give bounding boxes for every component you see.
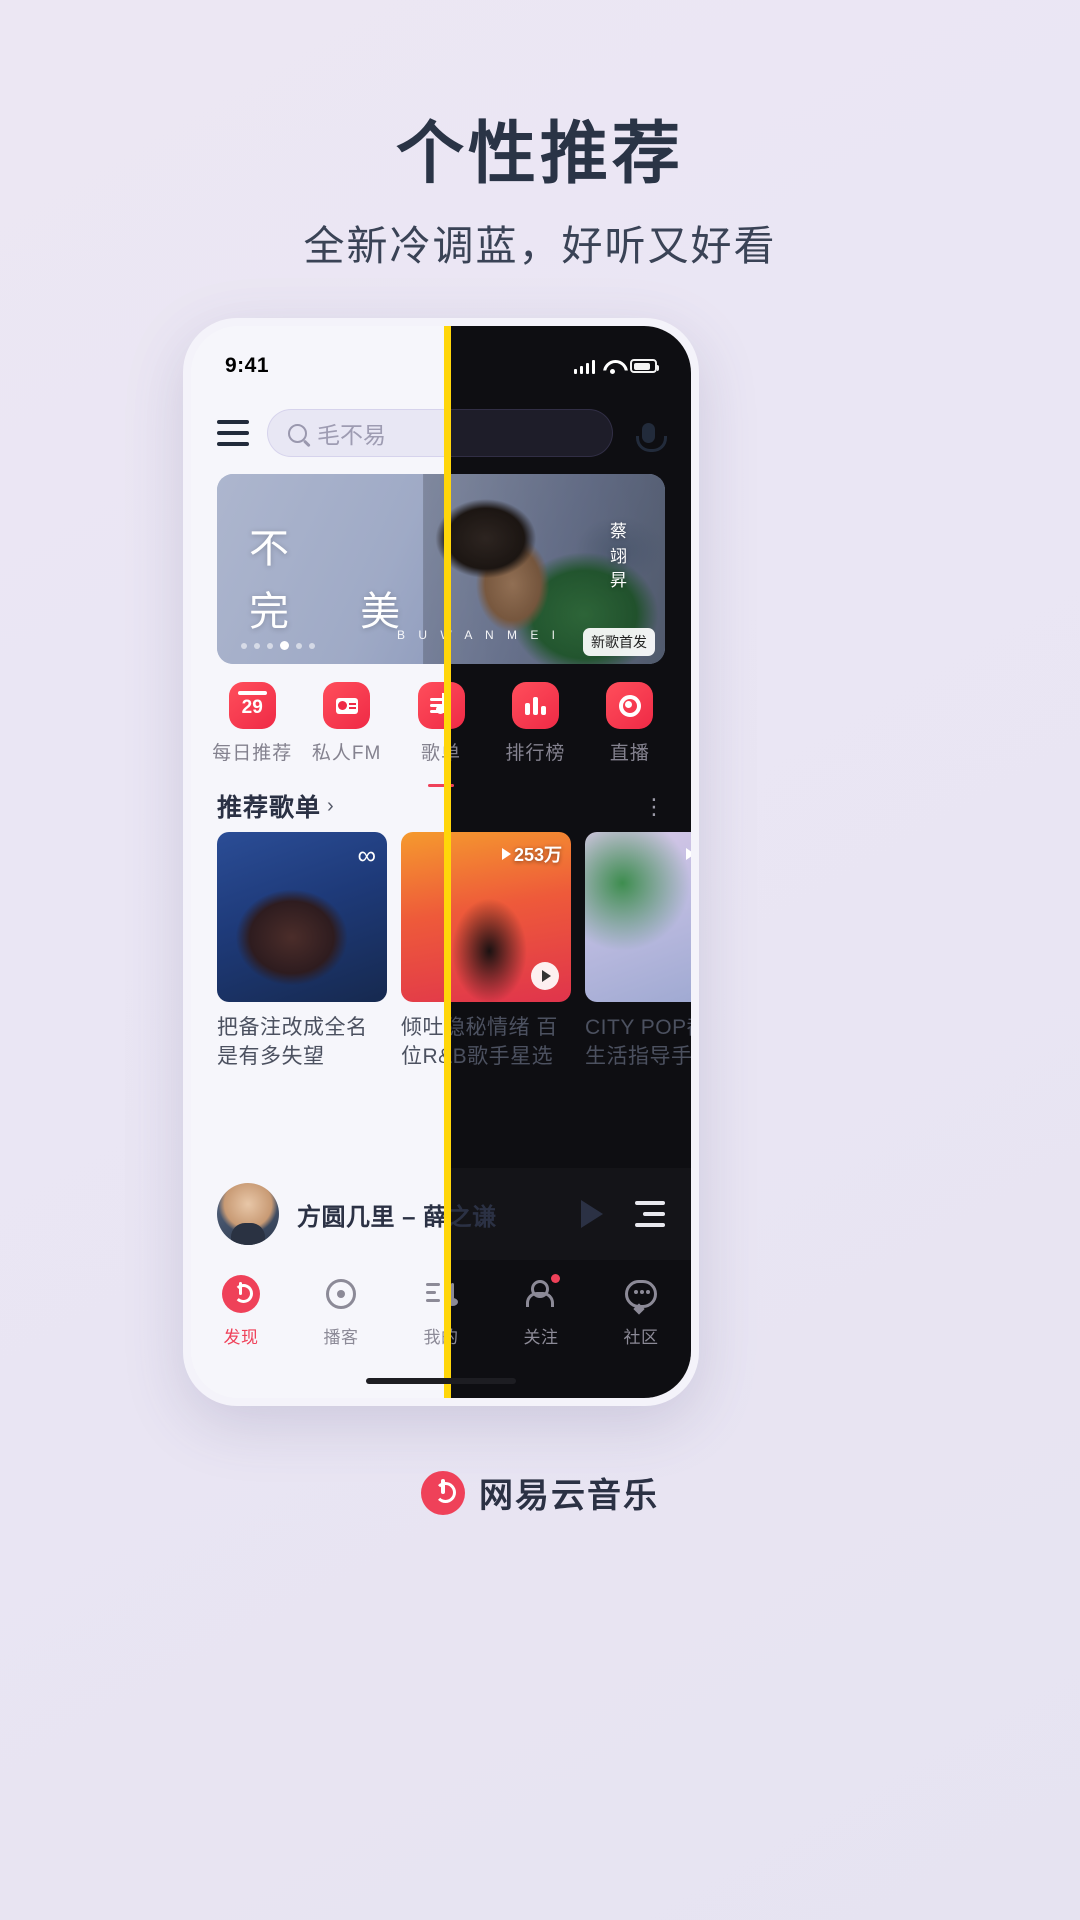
- category-label: 歌单: [421, 743, 462, 764]
- community-icon: [621, 1274, 661, 1314]
- category-label: 排行榜: [505, 743, 566, 764]
- playlist-title: 倾吐隐秘情绪 百位R&B歌手星选: [401, 1016, 558, 1068]
- play-count-badge: 253万: [501, 841, 562, 867]
- playlist-section-header: 推荐歌单 › ⋮: [217, 788, 665, 824]
- tab-discover[interactable]: 发现: [191, 1274, 291, 1398]
- avatar: [217, 1183, 279, 1245]
- search-input[interactable]: 毛不易: [267, 409, 613, 457]
- battery-icon-dark: [630, 359, 659, 373]
- play-icon: [685, 848, 691, 860]
- mini-player[interactable]: 方圆几里 – 薛之谦: [191, 1168, 691, 1260]
- search-placeholder: 毛不易: [317, 422, 386, 448]
- playlist-cover: ∞: [217, 832, 387, 1002]
- category-nav: 29 每日推荐 私人FM 歌单 排行榜 直播: [191, 682, 691, 787]
- more-options-icon[interactable]: ⋮: [643, 795, 665, 817]
- phone-screen: 9:41 9:41 毛不易: [191, 326, 691, 1398]
- now-playing-title: 方圆几里 – 薛之谦: [297, 1203, 497, 1231]
- podcast-icon: [321, 1274, 361, 1314]
- search-row: 毛不易: [191, 402, 691, 464]
- banner-pagination-dots[interactable]: [241, 641, 315, 650]
- page-subtitle: 全新冷调蓝，好听又好看: [303, 223, 777, 269]
- playlist-card[interactable]: 253万 倾吐隐秘情绪 百位R&B歌手星选: [401, 832, 571, 1072]
- banner-pinyin: B U W A N M E I: [397, 628, 561, 642]
- banner-carousel[interactable]: 不 完 美 B U W A N M E I 蔡翊昇 新歌首发: [217, 474, 665, 664]
- playlist-title: CITY POP都市慢生活指导手册: [585, 1016, 691, 1068]
- infinity-icon: ∞: [357, 840, 376, 870]
- category-daily[interactable]: 29 每日推荐: [205, 682, 299, 778]
- theme-split-divider: [444, 326, 451, 1398]
- chart-bars-icon: [511, 682, 559, 729]
- microphone-icon[interactable]: [631, 423, 667, 452]
- section-title: 推荐歌单: [217, 794, 322, 822]
- play-count-badge: 253万: [685, 841, 691, 867]
- category-fm[interactable]: 私人FM: [299, 682, 393, 778]
- tab-label: 发现: [223, 1328, 259, 1347]
- phone-mockup: 9:41 9:41 毛不易: [183, 318, 699, 1406]
- playlist-card[interactable]: ∞ 把备注改成全名是有多失望: [217, 832, 387, 1072]
- search-icon: [288, 423, 307, 443]
- category-playlist[interactable]: 歌单: [394, 682, 488, 787]
- tab-community[interactable]: 社区: [591, 1274, 691, 1398]
- playlist-title: 把备注改成全名是有多失望: [217, 1016, 368, 1068]
- page-title: 个性推荐: [395, 116, 684, 192]
- category-label: 每日推荐: [212, 743, 293, 764]
- banner-badge: 新歌首发: [583, 628, 655, 656]
- notification-dot: [551, 1274, 560, 1283]
- tab-label: 我的: [423, 1328, 459, 1347]
- wifi-icon-dark: [603, 359, 622, 374]
- home-indicator: [366, 1378, 516, 1384]
- play-count-value: 253万: [513, 845, 562, 865]
- category-label: 私人FM: [311, 743, 382, 764]
- mini-play-button[interactable]: [575, 1200, 609, 1228]
- netease-music-logo-icon: [421, 1470, 465, 1515]
- play-button[interactable]: [531, 962, 559, 990]
- status-time: 9:41: [225, 354, 270, 377]
- chevron-right-icon[interactable]: ›: [327, 795, 334, 818]
- brand-name: 网易云音乐: [479, 1477, 659, 1515]
- category-live[interactable]: 直播: [583, 682, 677, 778]
- calendar-icon: 29: [228, 682, 276, 729]
- category-ranking[interactable]: 排行榜: [488, 682, 582, 778]
- signal-icon-dark: [573, 359, 595, 374]
- disc-icon: [221, 1274, 261, 1314]
- category-label: 直播: [609, 743, 650, 764]
- live-icon: [606, 682, 654, 729]
- playlist-card-list: ∞ 把备注改成全名是有多失望 253万 倾吐隐秘情绪 百位R&B歌手星选 CIT…: [217, 832, 691, 1072]
- status-indicators-dark: [573, 359, 659, 374]
- tab-label: 关注: [523, 1328, 559, 1347]
- menu-icon[interactable]: [217, 420, 249, 446]
- banner-artist: 蔡翊昇: [610, 522, 629, 591]
- brand-footer: 网易云音乐: [0, 1468, 1080, 1517]
- calendar-day: 29: [241, 697, 263, 718]
- follow-icon: [521, 1274, 561, 1314]
- playlist-cover: 253万: [401, 832, 571, 1002]
- play-icon: [501, 848, 511, 860]
- playlist-card[interactable]: 253万 CITY POP都市慢生活指导手册: [585, 832, 691, 1072]
- radio-icon: [323, 682, 371, 729]
- playlist-queue-icon[interactable]: [627, 1201, 665, 1227]
- tab-label: 社区: [623, 1328, 659, 1347]
- playlist-cover: 253万: [585, 832, 691, 1002]
- banner-line1: 不: [249, 527, 295, 571]
- tab-label: 播客: [323, 1328, 359, 1347]
- mine-icon: [421, 1274, 461, 1314]
- playlist-icon: [417, 682, 465, 729]
